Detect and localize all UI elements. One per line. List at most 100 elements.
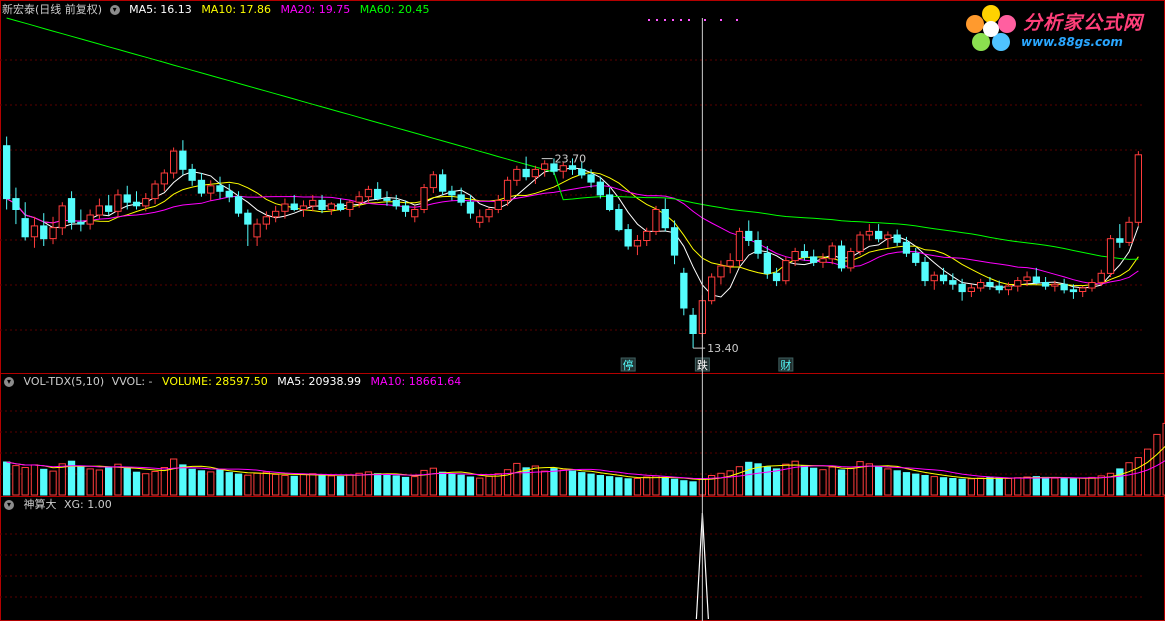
main-header: 新宏泰(日线 前复权) ▾ MA5: 16.13 MA10: 17.86 MA2… [2,2,435,18]
vol-ma10-label: MA10: 18661.64 [370,375,462,388]
candle-down [40,225,48,240]
candle-down [225,190,233,198]
ma10-label: MA10: 17.86 [201,3,272,16]
volume-bar-up [633,478,642,496]
candle-up [49,227,57,240]
candle-up [513,168,521,181]
stock-chart[interactable]: 23.7013.40停跌财榜 [0,0,1165,621]
ma-line-ma20 [6,184,1139,285]
candle-down [123,194,131,203]
volume-bar-up [643,476,651,496]
candle-down [902,241,911,254]
candle-down [689,314,697,334]
volume-bar-down [234,473,243,496]
candle-up [930,274,938,282]
candle-up [299,205,308,210]
volume-bar-up [262,471,271,496]
event-marker-67: 停 [623,358,634,372]
candle-up [30,225,39,238]
volume-bar-down [772,468,781,496]
candle-down [606,194,614,210]
candle-up [95,205,103,216]
signal-dot [720,19,722,21]
candle-down [939,274,948,282]
volume-bar-down [875,466,883,496]
candle-down [522,168,530,178]
volume-bar-up [142,473,150,496]
chevron-down-icon[interactable]: ▾ [4,500,14,510]
volume-bar-up [95,469,103,496]
indicator-header: ▾ 神算大 XG: 1.00 [2,497,118,513]
volume-bar-down [1060,478,1068,496]
volume-bar-up [1004,478,1013,496]
volume-bar-up [12,465,20,496]
candle-down [3,145,11,200]
volume-bar-down [949,478,957,496]
candle-up [977,282,985,289]
volume-bar-up [281,475,289,496]
candle-down [457,194,465,203]
volume-bar-down [670,478,679,496]
flower-logo-icon [966,5,1016,51]
volume-bar-down [745,461,753,496]
event-marker-84: 财 [780,358,791,372]
volume-bar-up [1144,448,1152,496]
candle-down [810,256,818,263]
volume-bar-up [1088,476,1096,496]
volume-bar-down [958,478,966,496]
candle-down [1041,282,1050,287]
candle-up [884,234,892,240]
volume-bar-down [568,470,577,496]
candle-up [364,188,373,198]
chevron-down-icon[interactable]: ▾ [109,5,120,15]
volume-bar-up [865,463,874,496]
high-price-label: 23.70 [555,153,587,166]
volume-bar-up [652,475,660,496]
volume-bar-up [828,466,836,496]
volume-bar-up [541,470,549,496]
candle-up [207,185,215,194]
volume-bar-up [253,472,261,496]
candle-up [847,251,855,269]
volume-bar-down [522,467,530,496]
volume-bar-up [244,474,252,496]
chevron-down-icon[interactable]: ▾ [4,377,14,387]
vol-indicator-name: VOL-TDX(5,10) [23,375,105,388]
indicator-name: 神算大 [23,498,57,511]
volume-bar-up [1023,476,1031,496]
candle-down [1032,276,1040,283]
volume-bar-down [40,468,48,496]
candle-down [958,283,966,293]
volume-bar-up [309,473,317,496]
candle-down [587,174,595,183]
candle-up [1106,238,1115,274]
candle-up [782,260,790,282]
volume-bar-up [531,465,540,496]
candle-up [559,165,567,172]
candle-down [1069,289,1078,293]
volume-bar-up [30,464,39,496]
candle-up [327,203,336,210]
volume-bar-up [1051,477,1059,496]
candle-up [967,287,976,292]
candle-up [1134,154,1142,223]
candle-up [819,258,827,263]
volume-bar-down [763,466,772,496]
volume-bar-down [439,471,447,496]
volume-bar-down [912,473,920,496]
volume-bar-up [49,470,57,496]
volume-header: ▾ VOL-TDX(5,10) VVOL: - VOLUME: 28597.50… [2,374,467,390]
volume-bar-up [847,467,855,496]
volume-bar-up [967,478,976,496]
candle-up [272,210,280,218]
volume-bar-down [837,469,846,496]
candle-up [429,174,438,189]
candle-down [578,168,586,176]
ma60-label: MA60: 20.45 [359,3,430,16]
candle-down [244,212,252,225]
candle-up [262,216,271,225]
candle-up [1097,272,1105,283]
chart-frame [0,0,1165,621]
candle-down [318,199,326,210]
candle-down [893,234,901,243]
